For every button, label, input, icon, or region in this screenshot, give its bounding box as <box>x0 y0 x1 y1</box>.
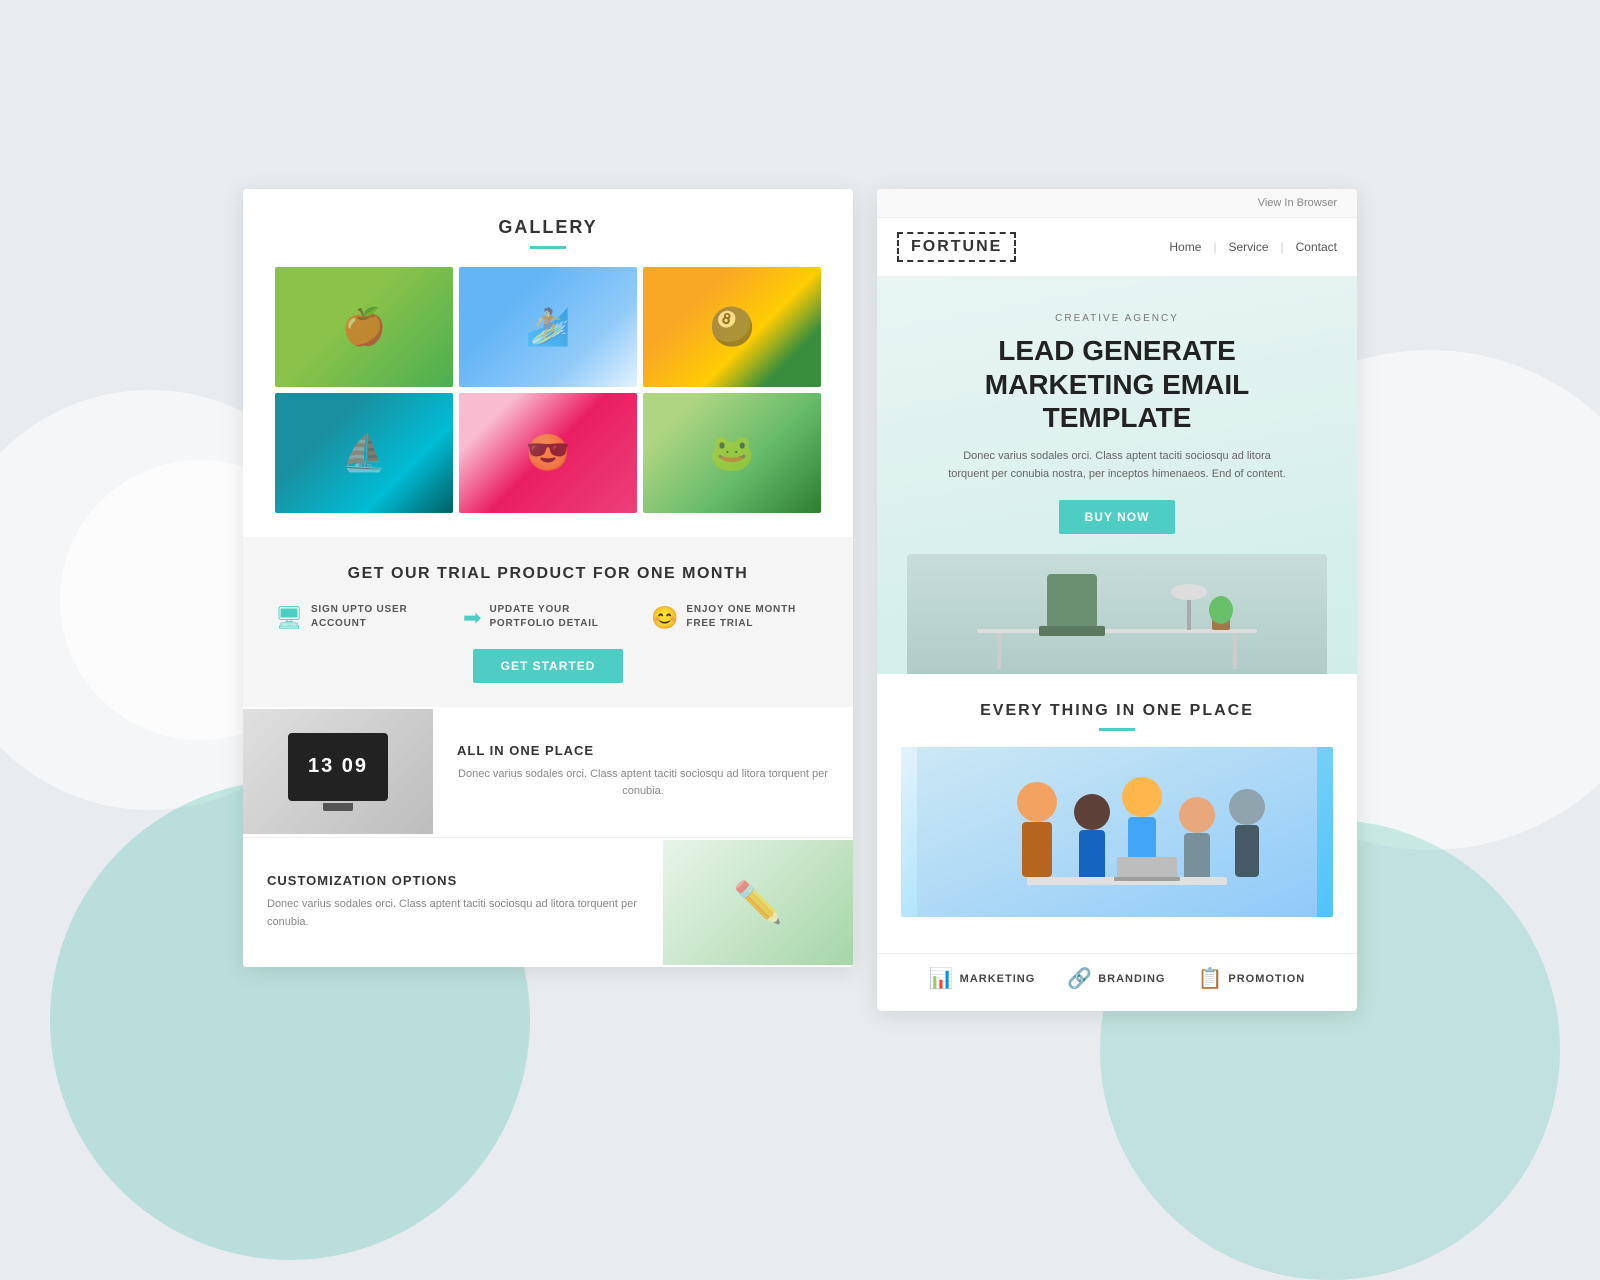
view-in-browser-link[interactable]: View In Browser <box>1258 197 1337 209</box>
all-in-one-image: 13 09 <box>243 709 433 834</box>
promotion-icon: 📋 <box>1197 966 1222 991</box>
branding-icon: 🔗 <box>1067 966 1092 991</box>
all-in-one-description: Donec varius sodales orci. Class aptent … <box>457 766 829 801</box>
email-bottom-icons: 📊 MARKETING 🔗 BRANDING 📋 PROMOTION <box>877 953 1357 1011</box>
portfolio-icon: ➡ <box>463 605 481 631</box>
trial-steps: 🖥 SIGN UPTO USER ACCOUNT ➡ UPDATE YOUR P… <box>275 603 821 631</box>
hero-tag: CREATIVE AGENCY <box>917 313 1317 324</box>
everything-underline <box>1099 728 1135 731</box>
buy-now-button[interactable]: BUY NOW <box>1059 500 1176 534</box>
trial-title: GET OUR TRIAL PRODUCT FOR ONE MONTH <box>275 565 821 583</box>
gallery-item-5[interactable]: 😎 <box>459 393 637 513</box>
gallery-icon-2: 🏄 <box>526 306 571 348</box>
branding-label: BRANDING <box>1098 973 1165 985</box>
nav-home[interactable]: Home <box>1169 240 1201 254</box>
email-hero: CREATIVE AGENCY LEAD GENERATE MARKETING … <box>877 277 1357 674</box>
trial-step-3-text: ENJOY ONE MONTH FREE TRIAL <box>686 603 821 631</box>
everything-image <box>901 747 1333 917</box>
marketing-item: 📊 MARKETING <box>929 966 1036 991</box>
email-top-bar: View In Browser <box>877 189 1357 218</box>
customization-content: CUSTOMIZATION OPTIONS Donec varius sodal… <box>243 853 663 951</box>
gallery-item-4[interactable]: ⛵ <box>275 393 453 513</box>
marketing-label: MARKETING <box>960 973 1036 985</box>
gallery-icon-4: ⛵ <box>342 432 387 474</box>
hero-title: LEAD GENERATE MARKETING EMAIL TEMPLATE <box>917 334 1317 435</box>
trial-section: GET OUR TRIAL PRODUCT FOR ONE MONTH 🖥 SI… <box>243 537 853 707</box>
trial-step-3: 😊 ENJOY ONE MONTH FREE TRIAL <box>651 603 821 631</box>
gallery-grid: 🍎 🏄 🎱 ⛵ 😎 🐸 <box>275 267 821 513</box>
branding-item: 🔗 BRANDING <box>1067 966 1165 991</box>
gallery-icon-5: 😎 <box>526 432 571 474</box>
sign-up-icon: 🖥 <box>275 605 303 631</box>
trial-step-2: ➡ UPDATE YOUR PORTFOLIO DETAIL <box>463 603 633 631</box>
everything-title: EVERY THING IN ONE PLACE <box>901 702 1333 720</box>
customization-image: ✏️ <box>663 840 853 965</box>
customization-description: Donec varius sodales orci. Class aptent … <box>267 896 639 931</box>
gallery-icon-6: 🐸 <box>710 432 755 474</box>
trial-step-1: 🖥 SIGN UPTO USER ACCOUNT <box>275 603 445 631</box>
hero-description: Donec varius sodales orci. Class aptent … <box>947 447 1287 484</box>
marketing-icon: 📊 <box>929 966 954 991</box>
gallery-item-2[interactable]: 🏄 <box>459 267 637 387</box>
promotion-item: 📋 PROMOTION <box>1197 966 1305 991</box>
gallery-item-1[interactable]: 🍎 <box>275 267 453 387</box>
gallery-title: GALLERY <box>275 217 821 238</box>
gallery-icon-3: 🎱 <box>710 306 755 348</box>
customization-section: CUSTOMIZATION OPTIONS Donec varius sodal… <box>243 837 853 967</box>
right-panel: View In Browser FORTUNE Home | Service |… <box>877 189 1357 1011</box>
email-nav: FORTUNE Home | Service | Contact <box>877 218 1357 277</box>
customization-image-icon: ✏️ <box>733 879 783 926</box>
gallery-item-6[interactable]: 🐸 <box>643 393 821 513</box>
monitor-stand <box>323 803 353 811</box>
desk-illustration <box>907 554 1327 674</box>
fortune-logo: FORTUNE <box>897 232 1016 262</box>
gallery-section: GALLERY 🍎 🏄 🎱 ⛵ 😎 🐸 <box>243 189 853 537</box>
panels-wrapper: GALLERY 🍎 🏄 🎱 ⛵ 😎 🐸 <box>243 189 1357 1011</box>
nav-sep-1: | <box>1213 240 1216 254</box>
nav-sep-2: | <box>1281 240 1284 254</box>
hero-image-area <box>907 554 1327 674</box>
trial-step-2-text: UPDATE YOUR PORTFOLIO DETAIL <box>489 603 633 631</box>
desk-scene-svg <box>917 554 1317 674</box>
monitor-mockup: 13 09 <box>288 733 388 801</box>
get-started-button[interactable]: GET STARTED <box>473 649 624 683</box>
left-panel: GALLERY 🍎 🏄 🎱 ⛵ 😎 🐸 <box>243 189 853 967</box>
trial-step-1-text: SIGN UPTO USER ACCOUNT <box>311 603 445 631</box>
team-svg <box>917 747 1317 917</box>
all-in-one-title: ALL IN ONE PLACE <box>457 743 829 758</box>
email-everything-section: EVERY THING IN ONE PLACE <box>877 674 1357 953</box>
email-nav-links: Home | Service | Contact <box>1169 240 1337 254</box>
gallery-item-3[interactable]: 🎱 <box>643 267 821 387</box>
enjoy-icon: 😊 <box>651 605 678 631</box>
promotion-label: PROMOTION <box>1228 973 1305 985</box>
gallery-icon-1: 🍎 <box>342 306 387 348</box>
all-in-one-section: 13 09 ALL IN ONE PLACE Donec varius soda… <box>243 707 853 837</box>
nav-service[interactable]: Service <box>1229 240 1269 254</box>
all-in-one-content: ALL IN ONE PLACE Donec varius sodales or… <box>433 723 853 821</box>
customization-title: CUSTOMIZATION OPTIONS <box>267 873 639 888</box>
monitor-time: 13 09 <box>308 755 368 778</box>
nav-contact[interactable]: Contact <box>1296 240 1337 254</box>
gallery-underline <box>530 246 566 249</box>
